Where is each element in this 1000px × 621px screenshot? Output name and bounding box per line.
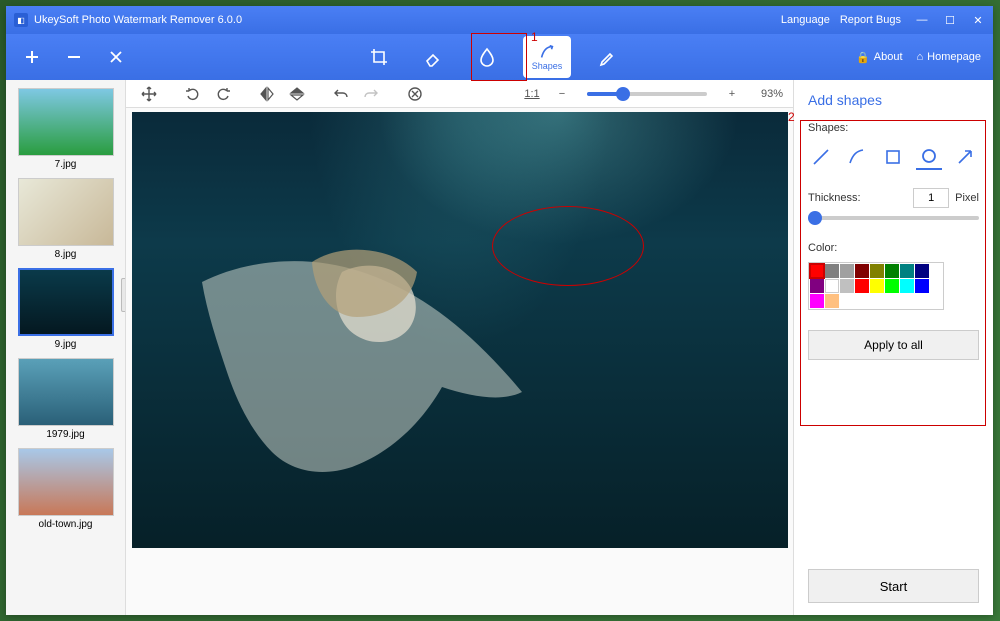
shapes-tool-label: Shapes: [532, 61, 563, 71]
color-swatch[interactable]: [840, 279, 854, 293]
thumbnail-item[interactable]: old-town.jpg: [14, 448, 117, 530]
thumbnail-item[interactable]: 7.jpg: [14, 88, 117, 170]
shape-rectangle[interactable]: [880, 144, 906, 170]
report-bugs-link[interactable]: Report Bugs: [840, 14, 901, 26]
zoom-slider[interactable]: [587, 92, 707, 96]
language-link[interactable]: Language: [781, 14, 830, 26]
shape-line[interactable]: [808, 144, 834, 170]
flip-vertical-button[interactable]: [284, 82, 310, 106]
shapes-label: Shapes:: [808, 122, 979, 134]
window-title: UkeySoft Photo Watermark Remover 6.0.0: [34, 14, 781, 26]
marker-tool[interactable]: [589, 39, 625, 75]
zoom-percent: 93%: [749, 88, 783, 100]
about-link[interactable]: 🔒 About: [856, 51, 902, 64]
undo-button[interactable]: [328, 82, 354, 106]
color-swatch[interactable]: [885, 279, 899, 293]
remove-image-button[interactable]: [60, 43, 88, 71]
zoom-out-button[interactable]: −: [549, 82, 575, 106]
crop-tool[interactable]: [361, 39, 397, 75]
color-swatch[interactable]: [810, 279, 824, 293]
eraser-tool[interactable]: [415, 39, 451, 75]
homepage-link[interactable]: ⌂ Homepage: [917, 51, 981, 63]
zoom-actual-button[interactable]: 1:1: [519, 82, 545, 106]
thumbnail-panel: 7.jpg 8.jpg 9.jpg 1979.jpg old-town.jpg: [6, 80, 126, 615]
zoom-in-button[interactable]: +: [719, 82, 745, 106]
rotate-left-button[interactable]: [180, 82, 206, 106]
color-swatch[interactable]: [915, 264, 929, 278]
color-swatch[interactable]: [870, 264, 884, 278]
maximize-button[interactable]: ☐: [943, 13, 957, 27]
app-logo: ◧: [14, 13, 28, 27]
color-swatch[interactable]: [855, 264, 869, 278]
add-image-button[interactable]: [18, 43, 46, 71]
redo-button[interactable]: [358, 82, 384, 106]
thumbnail-item[interactable]: 1979.jpg: [14, 358, 117, 440]
rotate-right-button[interactable]: [210, 82, 236, 106]
color-swatch[interactable]: [810, 294, 824, 308]
shape-freehand[interactable]: [844, 144, 870, 170]
close-button[interactable]: ✕: [971, 13, 985, 27]
color-swatch[interactable]: [900, 264, 914, 278]
thickness-slider[interactable]: [808, 216, 979, 220]
color-swatch[interactable]: [900, 279, 914, 293]
color-swatch[interactable]: [915, 279, 929, 293]
lock-icon: 🔒: [856, 51, 870, 64]
thumbnail-item[interactable]: 8.jpg: [14, 178, 117, 260]
blur-tool[interactable]: [469, 39, 505, 75]
flip-horizontal-button[interactable]: [254, 82, 280, 106]
color-swatch[interactable]: [825, 264, 839, 278]
color-swatch[interactable]: [885, 264, 899, 278]
color-swatch[interactable]: [810, 264, 824, 278]
image-canvas[interactable]: [132, 112, 788, 548]
panel-title: Add shapes: [808, 92, 979, 108]
color-label: Color:: [808, 242, 979, 254]
home-icon: ⌂: [917, 51, 924, 63]
thumb-scroll-grip[interactable]: [121, 278, 126, 312]
move-tool[interactable]: [136, 82, 162, 106]
delete-selection-button[interactable]: [402, 82, 428, 106]
thickness-input[interactable]: [913, 188, 949, 208]
clear-images-button[interactable]: [102, 43, 130, 71]
thumbnail-item[interactable]: 9.jpg: [14, 268, 117, 350]
thickness-label: Thickness:: [808, 192, 907, 204]
color-swatch[interactable]: [825, 279, 839, 293]
shape-ellipse[interactable]: [916, 144, 942, 170]
color-swatch[interactable]: [870, 279, 884, 293]
color-swatch[interactable]: [825, 294, 839, 308]
color-swatch[interactable]: [855, 279, 869, 293]
color-swatch[interactable]: [840, 264, 854, 278]
start-button[interactable]: Start: [808, 569, 979, 603]
minimize-button[interactable]: —: [915, 13, 929, 27]
color-swatches: [808, 262, 944, 310]
annotation-2: 2: [788, 110, 795, 124]
annotation-1: 1: [531, 30, 538, 44]
drawn-ellipse-shape[interactable]: [492, 206, 644, 286]
thickness-unit: Pixel: [955, 192, 979, 204]
apply-to-all-button[interactable]: Apply to all: [808, 330, 979, 360]
photo-subject: [162, 222, 562, 522]
shape-arrow[interactable]: [952, 144, 978, 170]
